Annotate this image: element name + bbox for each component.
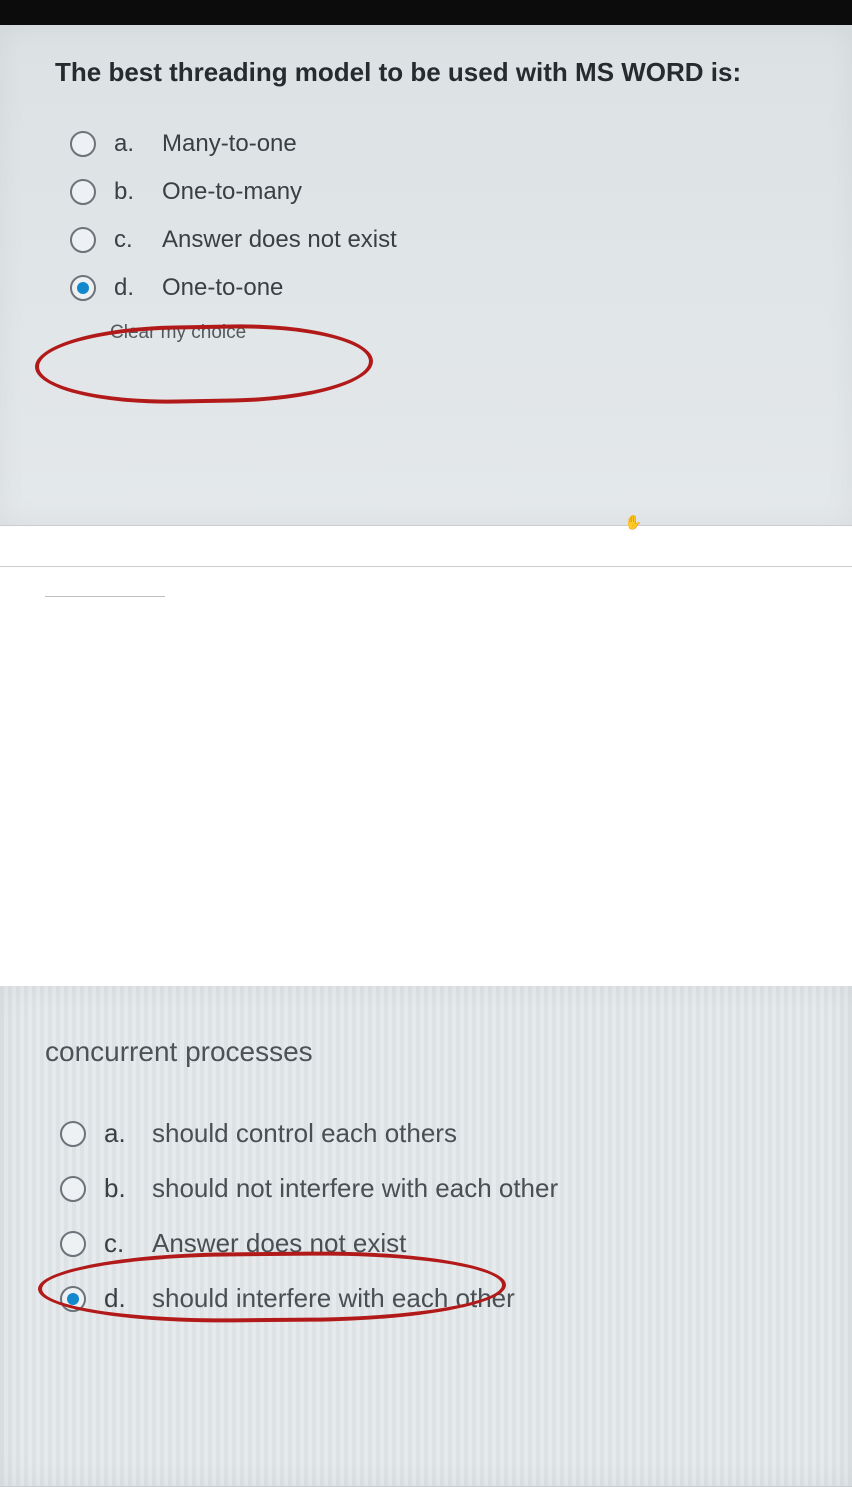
option-row-d[interactable]: d. One-to-one [70, 274, 822, 302]
question-title: concurrent processes [45, 1036, 822, 1068]
option-row-a[interactable]: a. should control each others [60, 1118, 822, 1149]
option-text: should interfere with each other [152, 1283, 515, 1314]
page-root: The best threading model to be used with… [0, 0, 852, 1487]
divider-line [0, 566, 852, 567]
top-black-bar [0, 0, 852, 25]
radio-icon[interactable] [60, 1176, 86, 1202]
radio-icon[interactable] [70, 227, 96, 253]
option-text: should not interfere with each other [152, 1173, 558, 1204]
option-row-b[interactable]: b. should not interfere with each other [60, 1173, 822, 1204]
radio-icon[interactable] [70, 179, 96, 205]
question-card-2: concurrent processes a. should control e… [0, 986, 852, 1487]
radio-icon[interactable] [60, 1121, 86, 1147]
question-title: The best threading model to be used with… [55, 55, 822, 90]
options-list: a. should control each others b. should … [45, 1118, 822, 1314]
option-letter: a. [114, 130, 144, 158]
option-letter: d. [114, 274, 144, 302]
question-card-1: The best threading model to be used with… [0, 25, 852, 526]
cursor-hand-icon: ✋ [625, 514, 642, 531]
option-letter: b. [104, 1173, 134, 1204]
option-letter: c. [114, 226, 144, 254]
option-text: should control each others [152, 1118, 457, 1149]
option-letter: d. [104, 1283, 134, 1314]
option-letter: a. [104, 1118, 134, 1149]
option-text: Many-to-one [162, 130, 297, 158]
faint-mark [45, 596, 165, 597]
option-text: One-to-one [162, 274, 283, 302]
option-text: Answer does not exist [162, 226, 397, 254]
option-row-c[interactable]: c. Answer does not exist [70, 226, 822, 254]
radio-icon[interactable] [60, 1286, 86, 1312]
option-letter: c. [104, 1228, 134, 1259]
option-row-c[interactable]: c. Answer does not exist [60, 1228, 822, 1259]
option-row-b[interactable]: b. One-to-many [70, 178, 822, 206]
option-row-a[interactable]: a. Many-to-one [70, 130, 822, 158]
option-text: One-to-many [162, 178, 302, 206]
option-letter: b. [114, 178, 144, 206]
options-list: a. Many-to-one b. One-to-many c. Answer … [55, 130, 822, 302]
option-row-d[interactable]: d. should interfere with each other [60, 1283, 822, 1314]
option-text: Answer does not exist [152, 1228, 406, 1259]
radio-icon[interactable] [60, 1231, 86, 1257]
clear-choice-link[interactable]: Clear my choice [110, 322, 822, 344]
radio-icon[interactable] [70, 275, 96, 301]
spacer [0, 566, 852, 986]
radio-icon[interactable] [70, 131, 96, 157]
